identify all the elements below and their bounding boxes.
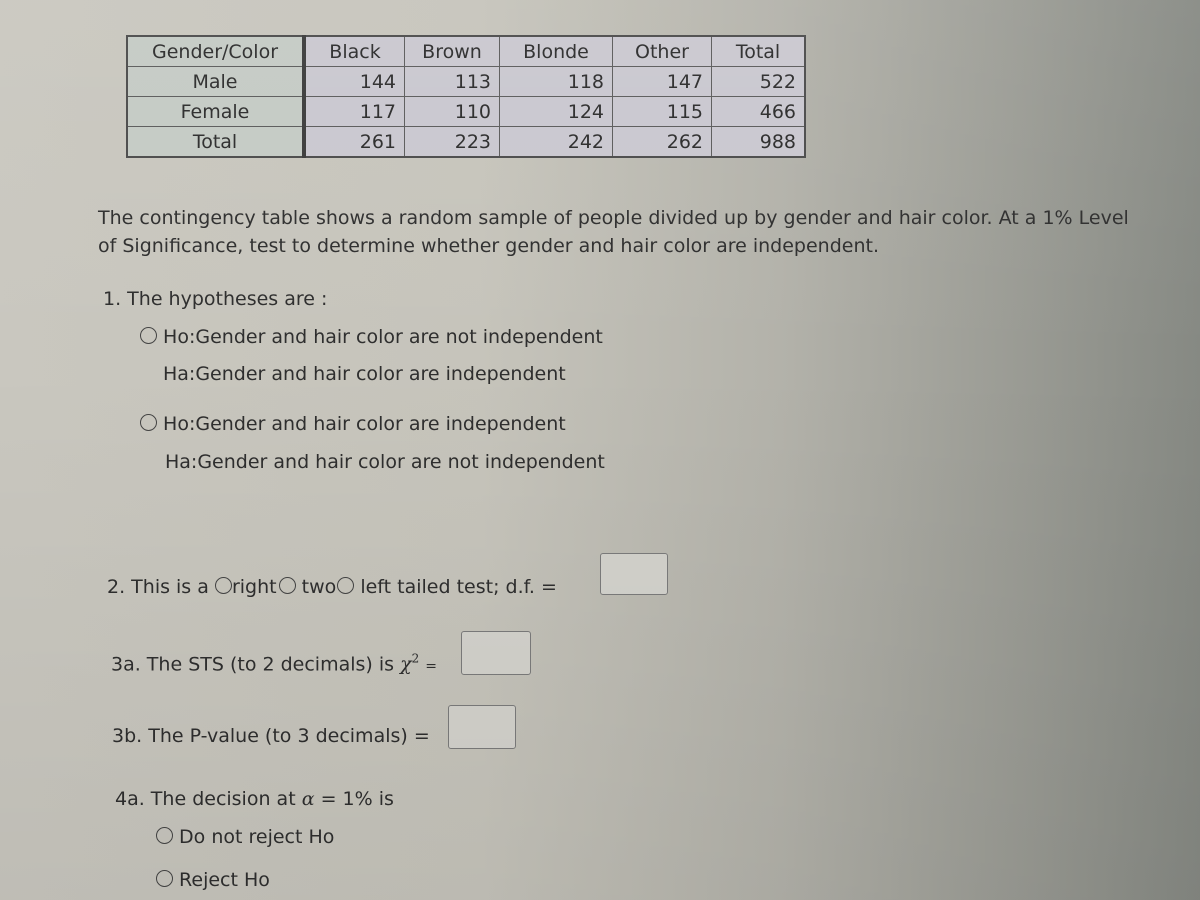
option-left-df: left tailed test; d.f. = bbox=[360, 576, 557, 598]
radio-hypothesis-2[interactable] bbox=[140, 414, 157, 431]
q2-prefix: 2. This is a bbox=[107, 576, 209, 598]
problem-line-1: The contingency table shows a random sam… bbox=[98, 207, 1129, 229]
p-value-input[interactable] bbox=[448, 705, 516, 749]
q3a-line: 3a. The STS (to 2 decimals) is χ2 = bbox=[111, 652, 437, 675]
decision-option-do-not-reject[interactable]: Do not reject Ho bbox=[156, 826, 334, 848]
chi-square-input[interactable] bbox=[461, 631, 531, 675]
table-cell: 466 bbox=[711, 96, 806, 127]
row-header: Male bbox=[126, 66, 306, 97]
option-reject: Reject Ho bbox=[179, 869, 270, 891]
table-cell: 262 bbox=[612, 126, 712, 158]
column-header-total: Total bbox=[711, 35, 806, 67]
q4a-line: 4a. The decision at α = 1% is bbox=[115, 788, 394, 810]
equals-sign: = bbox=[425, 658, 438, 675]
chi-square-symbol: χ2 bbox=[400, 652, 420, 676]
table-cell: 261 bbox=[303, 126, 405, 158]
radio-left-tailed[interactable] bbox=[337, 577, 355, 594]
contingency-table: Gender/Color Black Brown Blonde Other To… bbox=[126, 35, 806, 158]
table-cell: 522 bbox=[711, 66, 806, 97]
column-header-brown: Brown bbox=[404, 35, 500, 67]
table-cell: 115 bbox=[612, 96, 712, 127]
option-1-ha: Ha:Gender and hair color are independent bbox=[163, 363, 566, 385]
table-cell: 110 bbox=[404, 96, 500, 127]
table-row-male: Male 144 113 118 147 522 bbox=[126, 66, 806, 97]
q2-line: 2. This is a right two left tailed test;… bbox=[107, 576, 557, 598]
q3a-label: 3a. The STS (to 2 decimals) is bbox=[111, 653, 395, 676]
alpha-symbol: α bbox=[301, 788, 315, 810]
df-input[interactable] bbox=[600, 553, 668, 595]
table-cell: 113 bbox=[404, 66, 500, 97]
table-cell: 118 bbox=[499, 66, 613, 97]
table-row-female: Female 117 110 124 115 466 bbox=[126, 96, 806, 127]
table-cell: 124 bbox=[499, 96, 613, 127]
row-header: Female bbox=[126, 96, 306, 127]
table-row-total: Total 261 223 242 262 988 bbox=[126, 126, 806, 158]
radio-hypothesis-1[interactable] bbox=[140, 327, 157, 344]
problem-statement: The contingency table shows a random sam… bbox=[98, 204, 1158, 260]
problem-line-2: of Significance, test to determine wheth… bbox=[98, 235, 879, 257]
radio-reject[interactable] bbox=[156, 870, 173, 887]
table-cell: 988 bbox=[711, 126, 806, 158]
table-cell: 242 bbox=[499, 126, 613, 158]
option-2-ho: Ho:Gender and hair color are independent bbox=[163, 413, 566, 435]
option-right: right bbox=[231, 576, 277, 598]
row-header: Total bbox=[126, 126, 306, 158]
hypothesis-option-2[interactable]: Ho:Gender and hair color are independent bbox=[140, 413, 566, 435]
option-1-ho: Ho:Gender and hair color are not indepen… bbox=[163, 326, 603, 348]
radio-two-tailed[interactable] bbox=[278, 577, 296, 594]
table-corner-header: Gender/Color bbox=[126, 35, 306, 67]
q4a-label-prefix: 4a. The decision at bbox=[115, 788, 296, 810]
q1-label: 1. The hypotheses are : bbox=[103, 288, 328, 310]
table-cell: 147 bbox=[612, 66, 712, 97]
q3b-label: 3b. The P-value (to 3 decimals) = bbox=[112, 725, 430, 747]
column-header-other: Other bbox=[612, 35, 712, 67]
option-2-ha: Ha:Gender and hair color are not indepen… bbox=[165, 451, 605, 473]
hypothesis-option-1[interactable]: Ho:Gender and hair color are not indepen… bbox=[140, 326, 603, 348]
option-do-not-reject: Do not reject Ho bbox=[179, 826, 335, 848]
table-cell: 223 bbox=[404, 126, 500, 158]
table-cell: 117 bbox=[303, 96, 405, 127]
q4a-label-suffix: = 1% is bbox=[320, 788, 394, 810]
radio-do-not-reject[interactable] bbox=[156, 827, 173, 844]
column-header-black: Black bbox=[303, 35, 405, 67]
table-cell: 144 bbox=[303, 66, 405, 97]
decision-option-reject[interactable]: Reject Ho bbox=[156, 869, 270, 891]
column-header-blonde: Blonde bbox=[499, 35, 613, 67]
option-two: two bbox=[301, 576, 337, 598]
radio-right-tailed[interactable] bbox=[214, 577, 232, 594]
table-header-row: Gender/Color Black Brown Blonde Other To… bbox=[126, 35, 806, 67]
